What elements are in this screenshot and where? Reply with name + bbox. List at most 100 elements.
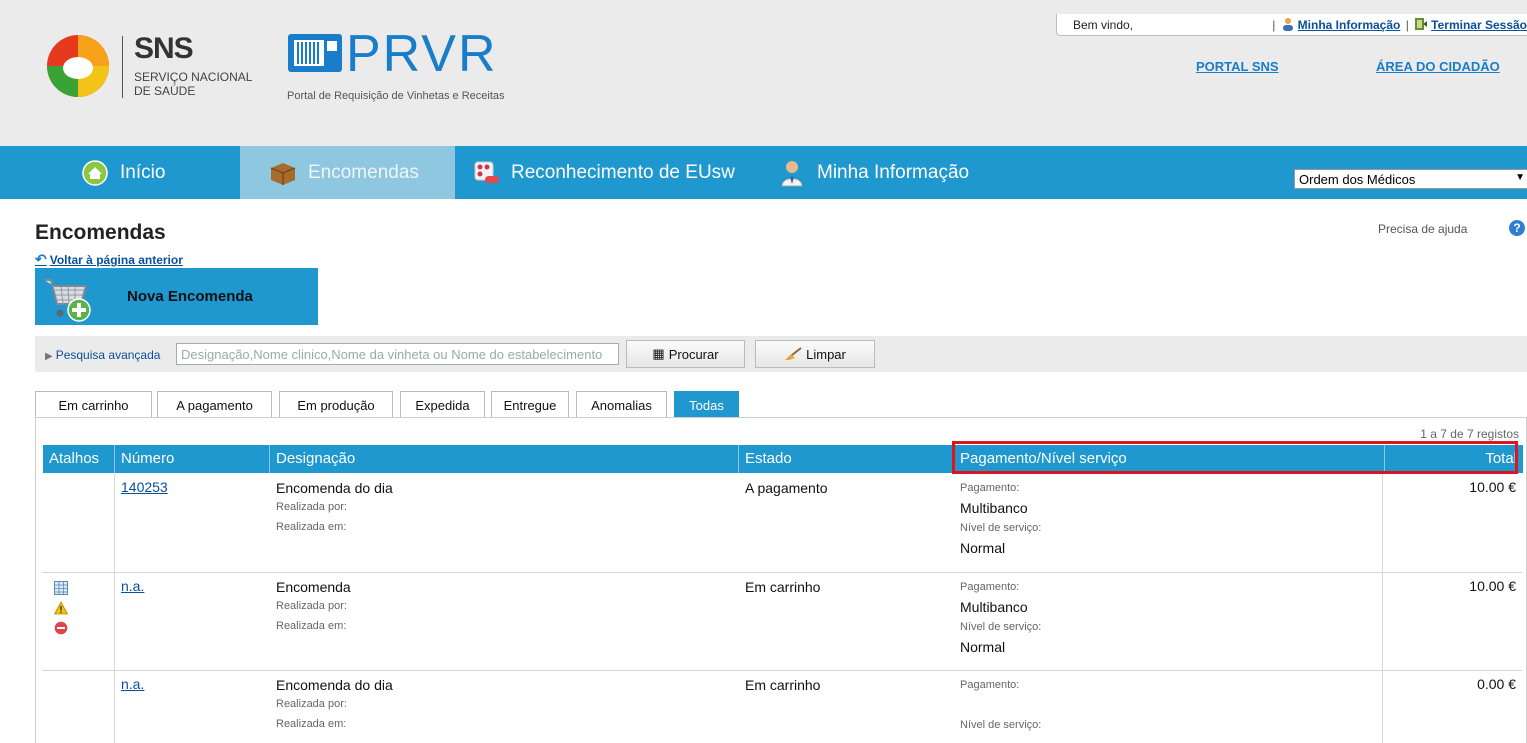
order-number-link[interactable]: 140253 — [121, 479, 168, 495]
user-icon — [1282, 18, 1293, 31]
clear-button[interactable]: Limpar — [755, 340, 875, 368]
tab-todas[interactable]: Todas — [674, 391, 739, 418]
payment-method: Multibanco — [960, 599, 1028, 615]
triangle-right-icon: ▶ — [45, 351, 53, 362]
nav-item-minha-informacao[interactable]: Minha Informação — [777, 146, 997, 199]
table-row: n.a. Encomenda Realizada por: Realizada … — [42, 573, 1522, 671]
order-designation: Encomenda do dia — [276, 480, 393, 496]
back-link-label: Voltar à página anterior — [49, 253, 183, 267]
made-on-label: Realizada em: — [276, 620, 347, 632]
column-header-atalhos: Atalhos — [43, 445, 115, 473]
tab-entregue[interactable]: Entregue — [491, 391, 569, 418]
sns-subtitle-2: DE SAÚDE — [134, 84, 196, 98]
nav-item-label: Minha Informação — [817, 161, 970, 183]
table-row: n.a. Encomenda do dia Realizada por: Rea… — [42, 671, 1522, 743]
payment-method: Multibanco — [960, 500, 1028, 516]
portal-sns-link[interactable]: PORTAL SNS — [1196, 59, 1279, 74]
main-nav: Início Encomendas Reconhecimento de EUsw… — [0, 146, 1527, 199]
tab-anomalias[interactable]: Anomalias — [576, 391, 667, 418]
order-number-link[interactable]: n.a. — [121, 578, 144, 594]
payment-label: Pagamento: — [960, 581, 1020, 593]
search-button-label: Procurar — [668, 346, 719, 362]
welcome-text: Bem vindo, — [1073, 18, 1134, 32]
citizen-area-link[interactable]: ÁREA DO CIDADÃO — [1376, 59, 1500, 74]
home-icon — [82, 159, 108, 186]
nav-item-encomendas[interactable]: Encomendas — [240, 146, 455, 199]
logout-icon — [1415, 18, 1428, 30]
order-designation: Encomenda do dia — [276, 677, 393, 693]
header: SNS SERVIÇO NACIONAL DE SAÚDE PRVR Porta… — [0, 0, 1527, 146]
tab-a-pagamento[interactable]: A pagamento — [157, 391, 272, 418]
welcome-bar: Bem vindo, | Minha Informação | Terminar… — [1056, 14, 1527, 36]
search-input[interactable] — [176, 343, 619, 365]
service-level-label: Nível de serviço: — [960, 522, 1042, 534]
tab-expedida[interactable]: Expedida — [400, 391, 485, 418]
order-state: Em carrinho — [745, 579, 821, 595]
prvr-logo-icon — [288, 34, 342, 72]
search-bar: ▶Pesquisa avançada ▦Procurar Limpar — [35, 336, 1527, 372]
logout-link[interactable]: Terminar Sessão — [1431, 18, 1527, 32]
column-divider — [1382, 573, 1383, 671]
remove-icon[interactable] — [54, 621, 68, 635]
row-shortcuts — [54, 581, 68, 641]
nav-item-label: Reconhecimento de EUsw — [511, 161, 735, 183]
made-by-label: Realizada por: — [276, 698, 347, 710]
nav-item-inicio[interactable]: Início — [80, 146, 240, 199]
cart-add-icon — [44, 279, 91, 322]
service-level: Normal — [960, 540, 1006, 556]
binoculars-icon: ▦ — [652, 346, 665, 361]
order-designation: Encomenda — [276, 579, 351, 595]
separator: | — [1405, 18, 1409, 32]
prvr-title: PRVR — [346, 25, 498, 83]
made-on-label: Realizada em: — [276, 718, 347, 730]
column-divider — [114, 671, 115, 743]
tab-em-producao[interactable]: Em produção — [279, 391, 393, 418]
column-header-designacao[interactable]: Designação — [270, 445, 739, 473]
prvr-subtitle: Portal de Requisição de Vinhetas e Recei… — [287, 90, 505, 102]
broom-icon — [785, 347, 802, 360]
sns-title: SNS — [134, 32, 194, 65]
order-state: A pagamento — [745, 480, 828, 496]
payment-label: Pagamento: — [960, 482, 1020, 494]
new-order-button[interactable]: Nova Encomenda — [35, 268, 318, 325]
sns-subtitle-1: SERVIÇO NACIONAL — [134, 70, 253, 84]
clear-button-label: Limpar — [806, 346, 846, 362]
new-order-label: Nova Encomenda — [127, 288, 253, 305]
chevron-down-icon: ▼ — [1515, 172, 1525, 183]
order-number-link[interactable]: n.a. — [121, 676, 144, 692]
user-links: | Minha Informação | Terminar Sessão — [1270, 17, 1527, 32]
box-icon — [270, 162, 296, 185]
table-row: 140253 Encomenda do dia Realizada por: R… — [42, 474, 1522, 573]
table-icon[interactable] — [54, 581, 68, 595]
column-divider — [114, 474, 115, 573]
organization-select[interactable]: Ordem dos Médicos ▼ — [1294, 169, 1527, 189]
record-count: 1 a 7 de 7 registos — [1420, 427, 1519, 441]
back-arrow-icon: ↶ — [35, 251, 47, 267]
column-divider — [1382, 671, 1383, 743]
made-on-label: Realizada em: — [276, 521, 347, 533]
column-divider — [114, 573, 115, 671]
nav-item-reconhecimento[interactable]: Reconhecimento de EUsw — [471, 146, 771, 199]
column-divider — [1382, 474, 1383, 573]
highlight-box — [952, 441, 1518, 474]
search-button[interactable]: ▦ Procurar — [626, 340, 745, 368]
service-level-label: Nível de serviço: — [960, 719, 1042, 731]
tab-em-carrinho[interactable]: Em carrinho — [35, 391, 152, 418]
order-total: 0.00 € — [1477, 676, 1516, 692]
advanced-search-toggle[interactable]: ▶ Pesquisa avançada — [45, 348, 160, 362]
service-level-label: Nível de serviço: — [960, 621, 1042, 633]
column-header-numero[interactable]: Número — [115, 445, 270, 473]
help-text[interactable]: Precisa de ajuda — [1378, 222, 1467, 236]
warning-icon[interactable] — [54, 601, 68, 615]
help-icon[interactable]: ? — [1509, 220, 1525, 236]
made-by-label: Realizada por: — [276, 600, 347, 612]
payment-label: Pagamento: — [960, 679, 1020, 691]
separator: | — [1272, 18, 1276, 32]
nav-item-label: Encomendas — [308, 161, 419, 183]
column-header-estado[interactable]: Estado — [739, 445, 954, 473]
my-info-link[interactable]: Minha Informação — [1298, 18, 1401, 32]
advanced-search-label: Pesquisa avançada — [55, 348, 161, 362]
service-level: Normal — [960, 639, 1006, 655]
nav-item-label: Início — [120, 161, 166, 183]
back-link[interactable]: ↶ Voltar à página anterior — [35, 251, 183, 268]
